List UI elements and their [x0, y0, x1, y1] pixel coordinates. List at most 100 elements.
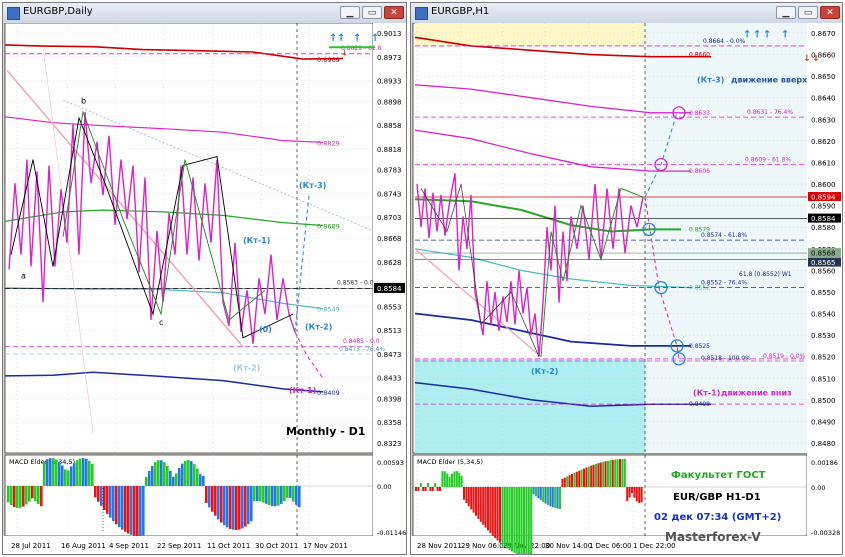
macd-bar: [235, 486, 238, 530]
wave-label: c: [159, 318, 163, 327]
macd-bar: [124, 486, 127, 532]
right-chart-window[interactable]: EURGBP,H1 ▁ ▭ ✕ 0.8670 0.8660 0.8650 0.8640…: [410, 2, 843, 555]
macd-bar: [424, 487, 427, 491]
macd-bar: [196, 468, 199, 486]
macd-bar: [431, 487, 434, 491]
macd-bar: [640, 487, 643, 503]
macd-bar: [463, 487, 465, 500]
right-chart-canvas[interactable]: 0.8670 0.8660 0.8650 0.8640 0.8630 0.8620 0.86…: [411, 23, 842, 554]
macd-bar: [142, 486, 145, 536]
y-tick-label: 0.8398: [377, 395, 402, 403]
macd-bar: [172, 476, 175, 486]
close-button[interactable]: ✕: [820, 6, 840, 19]
macd-bar: [253, 486, 256, 502]
macd-bar: [286, 486, 289, 498]
macd-bar: [585, 467, 588, 487]
macd-bar: [295, 486, 298, 505]
macd-bar: [614, 459, 617, 487]
macd-bar: [148, 470, 151, 486]
macd-bar: [494, 487, 497, 539]
macd-bar: [250, 486, 253, 522]
x-tick-label: 28 Nov 2011: [417, 542, 462, 550]
close-button[interactable]: ✕: [384, 6, 404, 19]
macd-bar: [590, 465, 593, 487]
up-arrow-icon: ↑: [763, 29, 771, 40]
right-window-titlebar[interactable]: EURGBP,H1 ▁ ▭ ✕: [411, 3, 842, 24]
macd-bar: [491, 487, 494, 536]
x-tick-label: 29 Nov 06:00: [461, 542, 508, 550]
macd-bar: [539, 487, 542, 501]
macd-bar: [292, 486, 295, 502]
macd-bar: [621, 459, 624, 487]
macd-bar: [592, 464, 595, 487]
macd-bar: [616, 459, 619, 487]
annotation-faculty: Факультет ГОСТ: [671, 470, 766, 481]
macd-bar: [205, 486, 208, 503]
macd-bar: [436, 487, 439, 491]
macd-bar: [508, 487, 511, 550]
macd-bar: [535, 487, 537, 497]
left-chart-canvas[interactable]: 0.9013 0.8973 0.8933 0.8898 0.8858 0.8818 0.87…: [3, 23, 406, 554]
macd-bar: [544, 487, 547, 504]
wave-label: (Кт-2): [233, 364, 260, 373]
macd-bar: [70, 466, 73, 486]
macd-bar: [561, 478, 564, 487]
x-tick-label: 11 Oct 2011: [207, 542, 250, 550]
x-tick-label: 28 Jul 2011: [11, 542, 51, 550]
macd-bar: [223, 486, 226, 526]
y-tick-label: 0.8530: [811, 332, 836, 340]
y-tick-label: 0.8670: [811, 30, 836, 38]
y-tick-label: 0.8973: [377, 54, 402, 62]
y-tick-label: 0.8510: [811, 375, 836, 383]
macd-bar: [419, 483, 422, 487]
y-tick-label: 0.8513: [377, 327, 402, 335]
macd-bar: [64, 469, 67, 486]
macd-y-tick-label: -0.00328: [811, 529, 840, 537]
macd-bar: [232, 486, 235, 530]
y-tick-label: 0.8433: [377, 375, 402, 383]
y-tick-label: 0.8560: [811, 267, 836, 275]
macd-bar: [115, 486, 118, 525]
macd-bar: [118, 486, 121, 528]
macd-bar: [61, 465, 64, 486]
macd-bar: [633, 487, 636, 498]
y-tick-label: 0.8628: [377, 259, 402, 267]
macd-bar: [187, 460, 190, 486]
macd-bar: [475, 487, 477, 516]
wave-label: (Кт-1): [243, 236, 270, 245]
left-window-titlebar[interactable]: EURGBP,Daily ▁ ▭ ✕: [3, 3, 406, 24]
macd-title: MACD Elder (5,34,5): [417, 458, 483, 466]
minimize-button[interactable]: ▁: [340, 6, 360, 19]
macd-bar: [163, 462, 166, 486]
fib-level-label: 0.8609 - 61.8%: [745, 156, 791, 163]
macd-bar: [67, 470, 70, 486]
y-tick-label: 0.8358: [377, 419, 402, 427]
macd-bar: [151, 465, 154, 486]
macd-bar: [175, 473, 178, 486]
wave-label: (Кт-2): [305, 323, 332, 332]
macd-y-tick-label: 0.00: [377, 483, 391, 491]
macd-bar: [532, 487, 535, 495]
down-arrow-icon: ↓: [341, 49, 348, 58]
x-tick-label: 30 Oct 2011: [255, 542, 298, 550]
fib-level-label: 0.8485 - 0.0: [343, 338, 380, 345]
macd-bar: [542, 487, 545, 502]
macd-bar: [10, 486, 13, 506]
macd-bar: [22, 486, 25, 507]
minimize-button[interactable]: ▁: [776, 6, 796, 19]
macd-bar: [602, 461, 605, 487]
fib-level-label: 0.8664 - 0.0%: [703, 38, 746, 45]
macd-bar: [199, 474, 202, 486]
macd-bar: [283, 486, 286, 502]
maximize-button[interactable]: ▭: [798, 6, 818, 19]
price-tag-label: 0.8584: [811, 215, 836, 223]
macd-bar: [626, 487, 629, 502]
y-tick-label: 0.8743: [377, 190, 402, 198]
y-tick-label: 0.8610: [811, 159, 836, 167]
maximize-button[interactable]: ▭: [362, 6, 382, 19]
macd-bar: [513, 487, 516, 553]
macd-bar: [94, 486, 97, 498]
left-chart-window[interactable]: EURGBP,Daily ▁ ▭ ✕ 0.9013 0.8973 0.8933 0.8…: [2, 2, 407, 555]
y-tick-label: 0.8540: [811, 311, 836, 319]
macd-bar: [460, 476, 463, 487]
